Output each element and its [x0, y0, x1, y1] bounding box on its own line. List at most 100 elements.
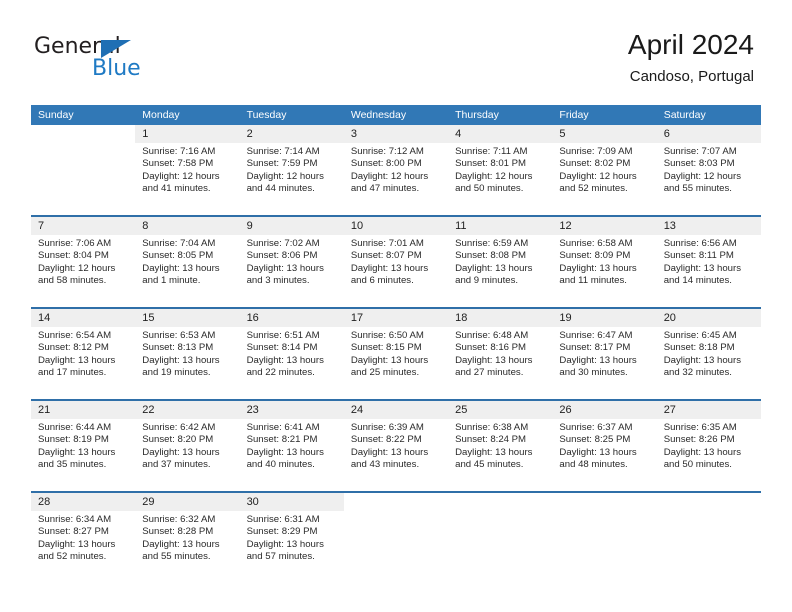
day-cell[interactable]: 13 Sunrise: 6:56 AM Sunset: 8:11 PM Dayligh… — [656, 217, 761, 307]
day-cell[interactable]: 22 Sunrise: 6:42 AM Sunset: 8:20 PM Dayligh… — [135, 401, 240, 491]
daylight-text-line1: Daylight: 12 hours — [663, 170, 742, 182]
day-sun-info: Sunrise: 6:45 AM Sunset: 8:18 PM Daylight:… — [657, 327, 761, 380]
day-sun-info: Sunrise: 6:39 AM Sunset: 8:22 PM Daylight:… — [344, 419, 448, 472]
day-sun-info: Sunrise: 6:58 AM Sunset: 8:09 PM Daylight:… — [552, 235, 656, 288]
day-cell[interactable]: 1 Sunrise: 7:16 AM Sunset: 7:58 PM Daylight… — [135, 125, 240, 215]
day-sun-info: Sunrise: 7:12 AM Sunset: 8:00 PM Daylight:… — [344, 143, 448, 196]
sunrise-text: Sunrise: 6:42 AM — [142, 422, 216, 433]
sunset-text: Sunset: 8:01 PM — [455, 158, 527, 170]
day-cell[interactable]: 12 Sunrise: 6:58 AM Sunset: 8:09 PM Dayligh… — [552, 217, 657, 307]
day-cell[interactable]: 23 Sunrise: 6:41 AM Sunset: 8:21 PM Dayligh… — [239, 401, 344, 491]
day-sun-info: Sunrise: 6:47 AM Sunset: 8:17 PM Daylight:… — [552, 327, 656, 380]
day-number — [448, 493, 553, 511]
sunrise-text: Sunrise: 6:54 AM — [38, 330, 112, 341]
day-cell[interactable]: 17 Sunrise: 6:50 AM Sunset: 8:15 PM Dayligh… — [343, 309, 449, 399]
weekday-header-saturday: Saturday — [663, 109, 706, 121]
day-sun-info: Sunrise: 6:48 AM Sunset: 8:16 PM Daylight:… — [448, 327, 552, 380]
daylight-text-line1: Daylight: 13 hours — [38, 354, 116, 366]
daylight-text-line2: and 44 minutes. — [246, 183, 315, 195]
sunset-text: Sunset: 8:28 PM — [142, 526, 214, 538]
day-cell[interactable]: 27 Sunrise: 6:35 AM Sunset: 8:26 PM Dayligh… — [656, 401, 761, 491]
day-number: 26 — [552, 401, 657, 419]
daylight-text-line1: Daylight: 13 hours — [559, 446, 637, 458]
day-cell[interactable]: 2 Sunrise: 7:14 AM Sunset: 7:59 PM Daylight… — [239, 125, 344, 215]
day-cell[interactable]: 29 Sunrise: 6:32 AM Sunset: 8:28 PM Dayligh… — [135, 493, 240, 586]
daylight-text-line1: Daylight: 13 hours — [663, 446, 742, 458]
weekday-header-friday: Friday — [559, 109, 589, 121]
day-number: 20 — [656, 309, 761, 327]
day-sun-info: Sunrise: 6:41 AM Sunset: 8:21 PM Daylight:… — [240, 419, 344, 472]
day-cell[interactable]: 11 Sunrise: 6:59 AM Sunset: 8:08 PM Dayligh… — [448, 217, 553, 307]
sunset-text: Sunset: 8:05 PM — [142, 250, 214, 262]
day-cell[interactable]: 14 Sunrise: 6:54 AM Sunset: 8:12 PM Dayligh… — [31, 309, 136, 399]
weekday-header-wednesday: Wednesday — [350, 109, 407, 121]
day-cell[interactable]: 4 Sunrise: 7:11 AM Sunset: 8:01 PM Daylight… — [448, 125, 553, 215]
day-cell[interactable]: 16 Sunrise: 6:51 AM Sunset: 8:14 PM Dayligh… — [239, 309, 344, 399]
day-cell[interactable]: 18 Sunrise: 6:48 AM Sunset: 8:16 PM Dayligh… — [448, 309, 553, 399]
daylight-text-line2: and 6 minutes. — [350, 275, 414, 287]
general-blue-logo[interactable]: General Blue — [34, 36, 184, 84]
day-number: 12 — [552, 217, 657, 235]
sunrise-text: Sunrise: 6:34 AM — [38, 514, 112, 525]
daylight-text-line1: Daylight: 13 hours — [246, 354, 324, 366]
sunrise-text: Sunrise: 6:37 AM — [559, 422, 633, 433]
day-cell[interactable]: 9 Sunrise: 7:02 AM Sunset: 8:06 PM Daylight… — [239, 217, 344, 307]
sunset-text: Sunset: 8:11 PM — [663, 250, 734, 262]
day-cell[interactable]: 3 Sunrise: 7:12 AM Sunset: 8:00 PM Daylight… — [343, 125, 449, 215]
day-sun-info: Sunrise: 7:14 AM Sunset: 7:59 PM Daylight:… — [240, 143, 344, 196]
day-number: 1 — [135, 125, 240, 143]
day-cell-empty — [656, 493, 761, 586]
day-cell[interactable]: 20 Sunrise: 6:45 AM Sunset: 8:18 PM Dayligh… — [656, 309, 761, 399]
day-cell[interactable]: 10 Sunrise: 7:01 AM Sunset: 8:07 PM Dayligh… — [343, 217, 449, 307]
daylight-text-line2: and 3 minutes. — [246, 275, 310, 287]
week-cells: 28 Sunrise: 6:34 AM Sunset: 8:27 PM Dayligh… — [31, 493, 761, 586]
day-number: 30 — [239, 493, 344, 511]
day-number: 27 — [656, 401, 761, 419]
day-sun-info: Sunrise: 6:54 AM Sunset: 8:12 PM Daylight:… — [31, 327, 135, 380]
daylight-text-line1: Daylight: 12 hours — [350, 170, 429, 182]
day-cell[interactable]: 7 Sunrise: 7:06 AM Sunset: 8:04 PM Daylight… — [31, 217, 136, 307]
day-cell[interactable]: 6 Sunrise: 7:07 AM Sunset: 8:03 PM Daylight… — [656, 125, 761, 215]
daylight-text-line1: Daylight: 12 hours — [38, 262, 116, 274]
day-sun-info: Sunrise: 7:11 AM Sunset: 8:01 PM Daylight:… — [448, 143, 552, 196]
day-number — [656, 493, 761, 511]
day-cell[interactable]: 8 Sunrise: 7:04 AM Sunset: 8:05 PM Daylight… — [135, 217, 240, 307]
day-cell[interactable]: 15 Sunrise: 6:53 AM Sunset: 8:13 PM Dayligh… — [135, 309, 240, 399]
day-cell[interactable]: 5 Sunrise: 7:09 AM Sunset: 8:02 PM Daylight… — [552, 125, 657, 215]
logo-text-blue: Blue — [92, 56, 141, 81]
daylight-text-line2: and 58 minutes. — [38, 275, 107, 287]
sunset-text: Sunset: 8:02 PM — [559, 158, 631, 170]
day-number — [552, 493, 657, 511]
sunrise-text: Sunrise: 6:35 AM — [663, 422, 737, 433]
day-number: 3 — [343, 125, 449, 143]
day-sun-info: Sunrise: 7:04 AM Sunset: 8:05 PM Daylight:… — [135, 235, 239, 288]
day-cell[interactable]: 24 Sunrise: 6:39 AM Sunset: 8:22 PM Dayligh… — [343, 401, 449, 491]
sunset-text: Sunset: 8:21 PM — [246, 434, 318, 446]
sunrise-text: Sunrise: 6:48 AM — [455, 330, 529, 341]
day-sun-info: Sunrise: 6:35 AM Sunset: 8:26 PM Daylight:… — [657, 419, 761, 472]
day-cell[interactable]: 21 Sunrise: 6:44 AM Sunset: 8:19 PM Dayligh… — [31, 401, 136, 491]
day-sun-info: Sunrise: 6:42 AM Sunset: 8:20 PM Daylight:… — [135, 419, 239, 472]
day-cell[interactable]: 25 Sunrise: 6:38 AM Sunset: 8:24 PM Dayligh… — [448, 401, 553, 491]
daylight-text-line1: Daylight: 13 hours — [38, 538, 116, 550]
calendar-page: General Blue April 2024 Candoso, Portuga… — [0, 0, 792, 612]
daylight-text-line2: and 14 minutes. — [663, 275, 732, 287]
daylight-text-line1: Daylight: 13 hours — [142, 446, 220, 458]
day-sun-info: Sunrise: 6:32 AM Sunset: 8:28 PM Daylight:… — [135, 511, 239, 564]
day-number: 19 — [552, 309, 657, 327]
sunrise-text: Sunrise: 7:04 AM — [142, 238, 216, 249]
daylight-text-line1: Daylight: 13 hours — [246, 446, 324, 458]
week-row: 21 Sunrise: 6:44 AM Sunset: 8:19 PM Dayligh… — [31, 399, 761, 491]
day-cell[interactable]: 30 Sunrise: 6:31 AM Sunset: 8:29 PM Dayligh… — [239, 493, 344, 586]
daylight-text-line2: and 27 minutes. — [455, 367, 524, 379]
page-header: General Blue April 2024 Candoso, Portuga… — [0, 0, 792, 100]
sunrise-text: Sunrise: 6:39 AM — [350, 422, 424, 433]
day-cell[interactable]: 28 Sunrise: 6:34 AM Sunset: 8:27 PM Dayligh… — [31, 493, 136, 586]
day-sun-info: Sunrise: 6:38 AM Sunset: 8:24 PM Daylight:… — [448, 419, 552, 472]
daylight-text-line1: Daylight: 12 hours — [142, 170, 220, 182]
weekday-header-thursday: Thursday — [455, 109, 499, 121]
day-number: 14 — [31, 309, 136, 327]
day-number: 10 — [343, 217, 449, 235]
day-cell[interactable]: 26 Sunrise: 6:37 AM Sunset: 8:25 PM Dayligh… — [552, 401, 657, 491]
day-cell[interactable]: 19 Sunrise: 6:47 AM Sunset: 8:17 PM Dayligh… — [552, 309, 657, 399]
